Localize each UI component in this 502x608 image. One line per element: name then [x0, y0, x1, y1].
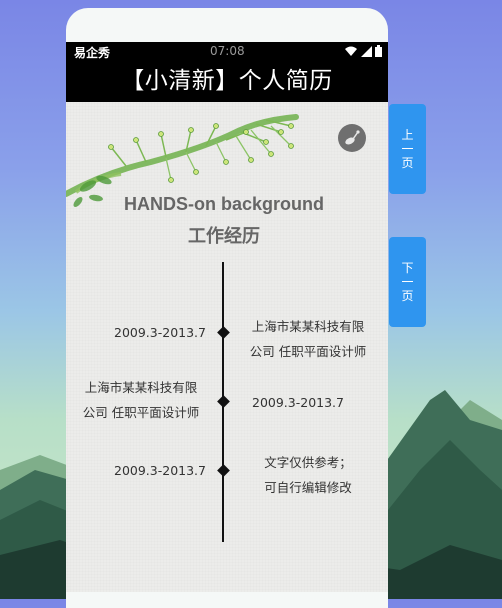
timeline-description: 文字仅供参考； 可自行编辑修改 [243, 450, 373, 500]
page-title: 【小清新】个人简历 [66, 62, 388, 102]
timeline-dot [217, 326, 230, 339]
timeline-description: 上海市某某科技有限 公司 任职平面设计师 [243, 314, 373, 364]
carrier-label: 易企秀 [74, 46, 111, 60]
timeline-dot [217, 464, 230, 477]
section-heading-zh: 工作经历 [188, 226, 260, 246]
status-bar: 易企秀 07:08 [66, 42, 388, 62]
status-icons [344, 45, 382, 57]
timeline-desc-line: 公司 任职平面设计师 [249, 344, 367, 359]
next-page-label-char: 页 [401, 289, 414, 303]
signal-icon [361, 46, 372, 57]
timeline-dot [217, 395, 230, 408]
next-page-label-char: 下 [401, 261, 414, 275]
timeline-description: 上海市某某科技有限 公司 任职平面设计师 [76, 375, 206, 425]
battery-icon [375, 45, 382, 57]
timeline-desc-line: 可自行编辑修改 [264, 480, 352, 495]
timeline-date: 2009.3-2013.7 [114, 463, 206, 478]
next-page-label-char: 一 [401, 275, 414, 289]
prev-page-label-char: 一 [401, 142, 414, 156]
timeline-desc-line: 文字仅供参考； [264, 455, 352, 470]
timeline-date: 2009.3-2013.7 [114, 325, 206, 340]
prev-page-label-char: 页 [401, 156, 414, 170]
prev-page-label-char: 上 [401, 128, 414, 142]
music-toggle-button[interactable] [338, 124, 366, 152]
timeline-desc-line: 上海市某某科技有限 [251, 319, 365, 334]
prev-page-button[interactable]: 上 一 页 [389, 104, 426, 194]
timeline-date: 2009.3-2013.7 [252, 395, 344, 410]
timeline-desc-line: 公司 任职平面设计师 [82, 405, 200, 420]
wifi-icon [345, 46, 357, 56]
resume-page[interactable]: HANDS-on background 工作经历 2009.3-2013.7 上… [66, 102, 388, 592]
music-disc-icon [345, 130, 360, 145]
status-time: 07:08 [210, 44, 245, 58]
next-page-button[interactable]: 下 一 页 [389, 237, 426, 327]
section-heading-en: HANDS-on background [124, 194, 324, 214]
phone-preview: 易企秀 07:08 【小清新】个人简历 HANDS-on background … [66, 8, 388, 608]
timeline-desc-line: 上海市某某科技有限 [84, 380, 198, 395]
